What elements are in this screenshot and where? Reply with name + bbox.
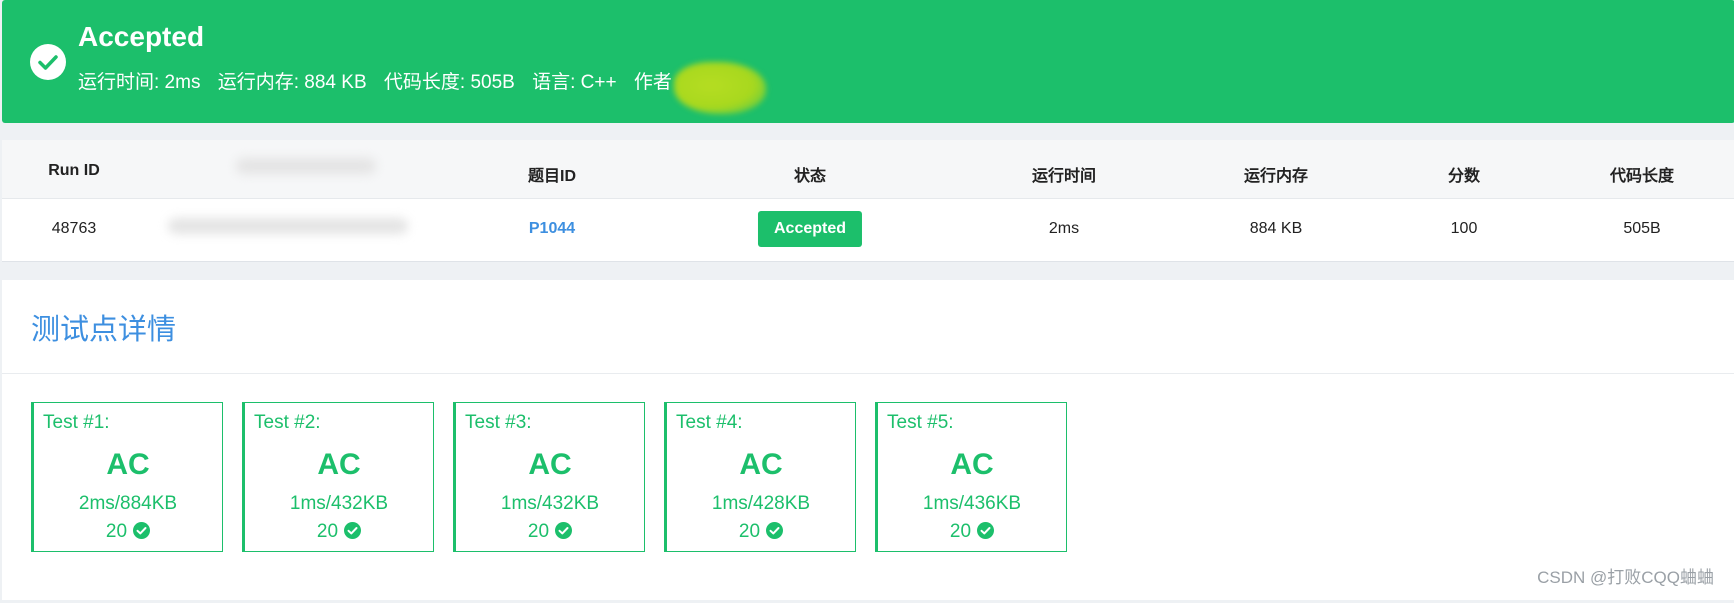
check-circle-icon — [133, 522, 151, 539]
test-case-result: AC — [106, 448, 150, 481]
test-case-stats: 1ms/436KB — [922, 493, 1022, 514]
test-case-label: Test #1: — [43, 412, 110, 433]
test-case-score-value: 20 — [316, 521, 339, 542]
test-case-score-value: 20 — [105, 521, 128, 542]
run-table: Run ID 题目ID 状态 运行时间 运行内存 分数 代码长度 48763 P… — [2, 140, 1734, 262]
check-circle-icon — [977, 522, 995, 539]
test-case-label: Test #4: — [676, 412, 743, 433]
test-case-card: Test #2: AC 1ms/432KB 20 — [242, 402, 434, 552]
score-cell: 100 — [1450, 220, 1478, 237]
test-case-stats: 1ms/432KB — [500, 493, 600, 514]
check-circle-icon — [344, 522, 362, 539]
result-meta: 运行时间: 2ms 运行内存: 884 KB 代码长度: 505B 语言: C+… — [78, 70, 684, 96]
header-memory: 运行内存 — [1243, 168, 1309, 185]
test-case-score-value: 20 — [738, 521, 761, 542]
code-length-cell: 505B — [1623, 220, 1661, 237]
test-case-label: Test #3: — [465, 412, 532, 433]
test-case-stats: 2ms/884KB — [78, 493, 178, 514]
status-badge: Accepted — [757, 211, 863, 247]
test-case-score-value: 20 — [527, 521, 550, 542]
test-case-label: Test #5: — [887, 412, 954, 433]
test-case-card: Test #4: AC 1ms/428KB 20 — [664, 402, 856, 552]
header-run-id: Run ID — [48, 162, 100, 179]
problem-id-link[interactable]: P1044 — [529, 220, 575, 238]
test-case-score-value: 20 — [949, 521, 972, 542]
run-id-cell: 48763 — [51, 220, 97, 237]
run-table-header: Run ID 题目ID 状态 运行时间 运行内存 分数 代码长度 — [2, 140, 1734, 199]
memory-text: 运行内存: 884 KB — [217, 72, 367, 93]
check-circle-icon — [30, 44, 66, 80]
redacted-user — [168, 218, 408, 234]
code-length-text: 代码长度: 505B — [383, 72, 515, 93]
header-runtime: 运行时间 — [1031, 168, 1097, 185]
result-banner: Accepted 运行时间: 2ms 运行内存: 884 KB 代码长度: 50… — [2, 0, 1734, 123]
test-case-card: Test #3: AC 1ms/432KB 20 — [453, 402, 645, 552]
memory-cell: 884 KB — [1249, 220, 1303, 237]
test-details-title: 测试点详情 — [31, 314, 177, 346]
test-case-stats: 1ms/428KB — [711, 493, 811, 514]
test-case-label: Test #2: — [254, 412, 321, 433]
header-problem-id: 题目ID — [527, 168, 577, 185]
test-case-result: AC — [739, 448, 783, 481]
runtime-cell: 2ms — [1048, 220, 1080, 237]
test-case-score: 20 — [878, 521, 1066, 543]
test-case-result: AC — [528, 448, 572, 481]
test-case-card: Test #5: AC 1ms/436KB 20 — [875, 402, 1067, 552]
redacted-header — [236, 158, 376, 174]
test-case-score: 20 — [245, 521, 433, 543]
test-details-panel: 测试点详情 Test #1: AC 2ms/884KB 20 Test #2: … — [2, 280, 1734, 600]
check-circle-icon — [555, 522, 573, 539]
watermark: CSDN @打败CQQ蛐蛐 — [1537, 568, 1714, 587]
author-label: 作者 — [633, 72, 672, 93]
test-case-result: AC — [317, 448, 361, 481]
redacted-author — [674, 62, 766, 114]
runtime-text: 运行时间: 2ms — [78, 72, 201, 93]
header-code-length: 代码长度 — [1609, 168, 1675, 185]
check-circle-icon — [766, 522, 784, 539]
test-case-score: 20 — [456, 521, 644, 543]
result-title: Accepted — [78, 21, 205, 52]
test-case-score: 20 — [667, 521, 855, 543]
header-status: 状态 — [793, 168, 827, 185]
divider — [2, 373, 1734, 374]
header-score: 分数 — [1447, 168, 1481, 185]
test-case-card: Test #1: AC 2ms/884KB 20 — [31, 402, 223, 552]
test-case-stats: 1ms/432KB — [289, 493, 389, 514]
test-case-result: AC — [950, 448, 994, 481]
test-case-score: 20 — [34, 521, 222, 543]
language-text: 语言: C++ — [532, 72, 617, 93]
